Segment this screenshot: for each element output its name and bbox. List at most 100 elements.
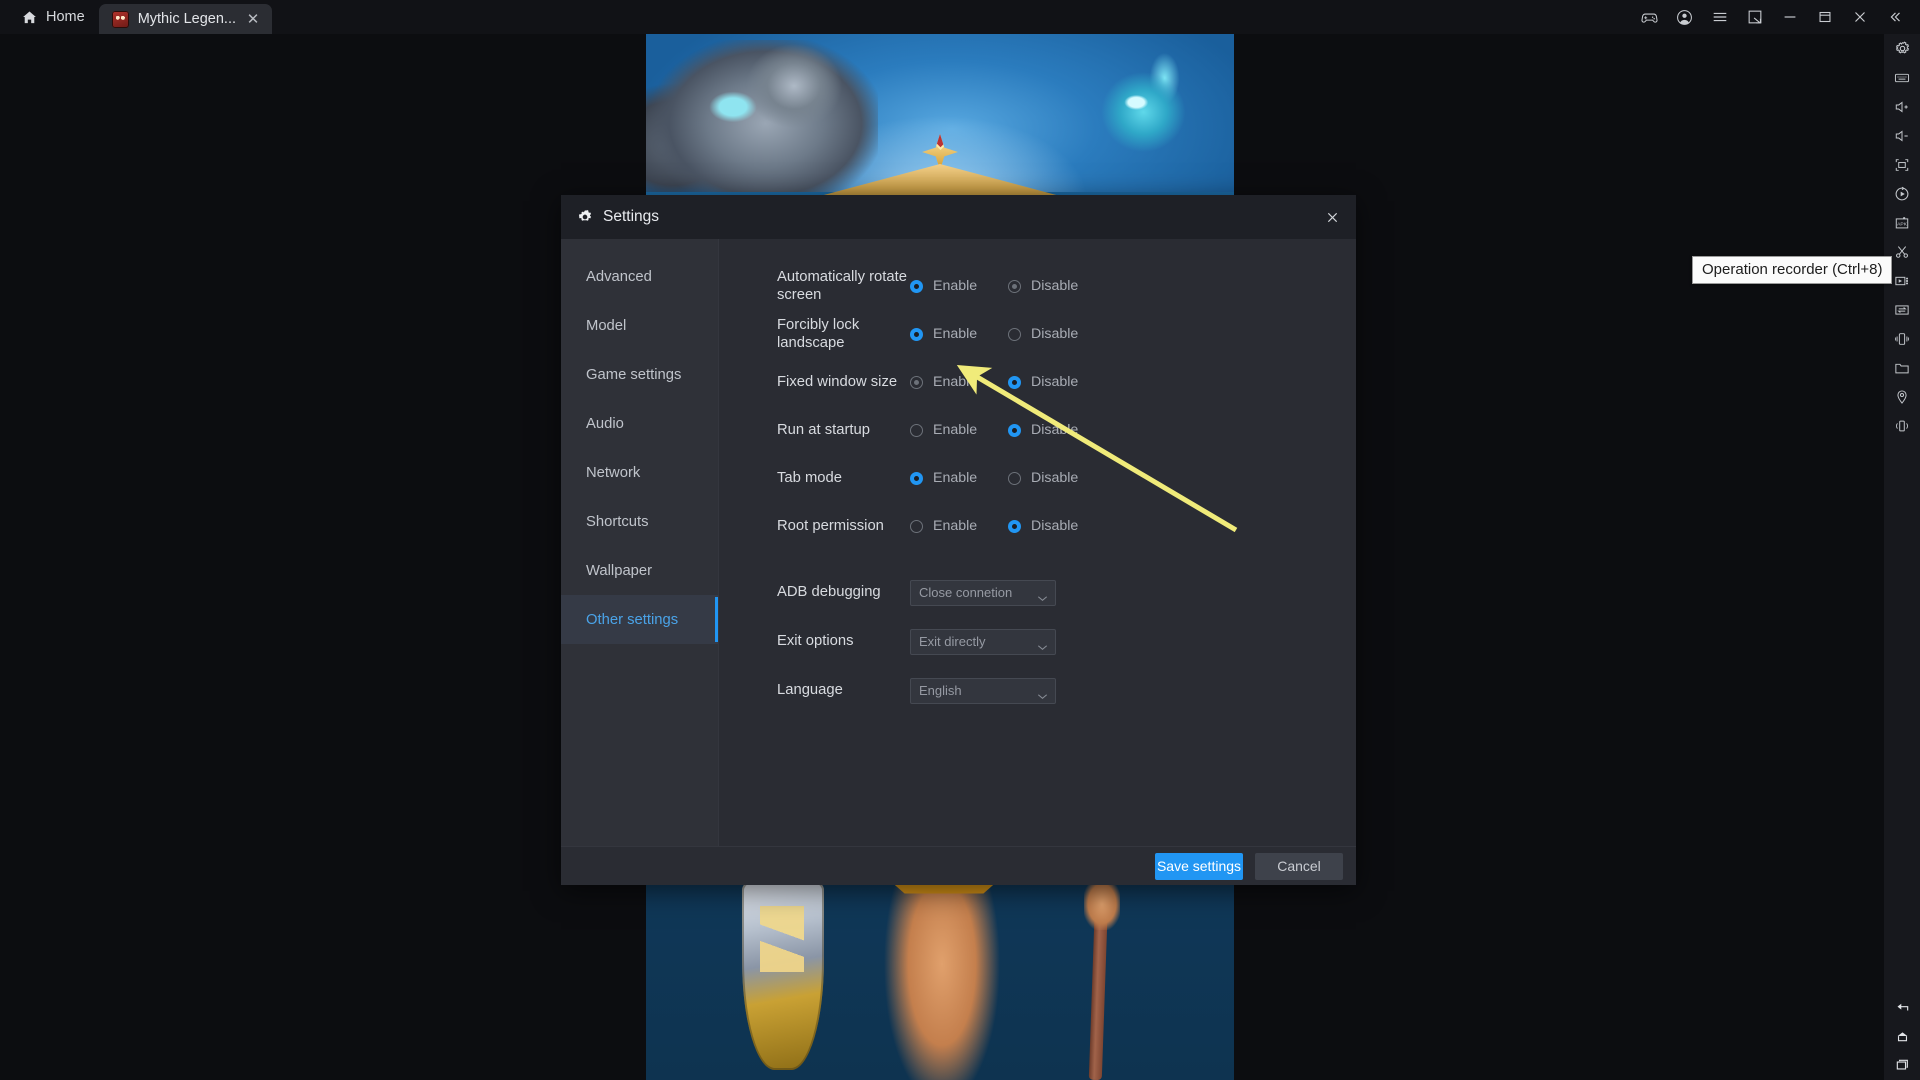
select-value: Exit directly	[919, 634, 986, 649]
radio-icon-off	[1008, 471, 1021, 485]
radio-label: Enable	[933, 470, 978, 486]
dialog-title: Settings	[603, 208, 660, 225]
settings-dialog: Settings Advanced Model Game settings Au…	[561, 195, 1356, 885]
account-icon[interactable]	[1667, 0, 1702, 34]
radio-icon-off	[910, 423, 923, 437]
radio-icon-off	[910, 375, 923, 389]
dialog-close-icon[interactable]	[1308, 195, 1356, 239]
gear-icon	[577, 209, 593, 225]
volume-down-icon[interactable]	[1884, 121, 1920, 150]
recents-icon[interactable]	[1884, 1051, 1920, 1080]
collapse-icon[interactable]	[1877, 0, 1912, 34]
dialog-footer: Save settings Cancel	[561, 846, 1356, 885]
gear-icon[interactable]	[1884, 34, 1920, 63]
menu-icon[interactable]	[1702, 0, 1737, 34]
apk-install-icon[interactable]: APK	[1884, 208, 1920, 237]
vibrate-icon[interactable]	[1884, 411, 1920, 440]
sidebar-item-model[interactable]: Model	[561, 301, 718, 350]
radio-icon-on	[910, 327, 923, 341]
sidebar-item-advanced[interactable]: Advanced	[561, 252, 718, 301]
radio-icon-on	[1008, 519, 1021, 533]
app-tab-label: Mythic Legen...	[137, 11, 237, 27]
language-select[interactable]: English	[910, 677, 1056, 704]
setting-label: Tab mode	[777, 469, 842, 486]
radio-auto-rotate-disable[interactable]: Disable	[1008, 278, 1078, 294]
chevron-down-icon	[1037, 688, 1048, 703]
svg-text:APK: APK	[1897, 221, 1908, 227]
save-settings-button[interactable]: Save settings	[1155, 852, 1243, 880]
sidebar-item-network[interactable]: Network	[561, 448, 718, 497]
radio-icon-off	[1008, 327, 1021, 341]
cancel-button[interactable]: Cancel	[1255, 852, 1343, 880]
side-toolbar: APK	[1884, 34, 1920, 1080]
file-transfer-icon[interactable]	[1884, 295, 1920, 324]
sidebar-item-game-settings[interactable]: Game settings	[561, 350, 718, 399]
maximize-icon[interactable]	[1807, 0, 1842, 34]
title-bar: Home Mythic Legen... ✕	[0, 0, 1920, 34]
fullscreen-icon[interactable]	[1884, 150, 1920, 179]
minimize-icon[interactable]	[1772, 0, 1807, 34]
radio-label: Enable	[933, 326, 978, 342]
sidebar-item-other-settings[interactable]: Other settings	[561, 595, 718, 644]
radio-root-permission-disable[interactable]: Disable	[1008, 518, 1078, 534]
multi-instance-icon[interactable]	[1737, 0, 1772, 34]
sidebar-item-shortcuts[interactable]: Shortcuts	[561, 497, 718, 546]
back-icon[interactable]	[1884, 993, 1920, 1022]
radio-tab-mode-enable[interactable]: Enable	[910, 470, 1008, 486]
folder-icon[interactable]	[1884, 353, 1920, 382]
setting-label: Run at startup	[777, 421, 870, 438]
setting-row-run-at-startup: Run at startup Enable Disable	[777, 406, 1356, 454]
exit-options-select[interactable]: Exit directly	[910, 628, 1056, 655]
settings-pane-other: Automatically rotate screen Enable Disab…	[719, 239, 1356, 846]
radio-forcibly-lock-landscape-disable[interactable]: Disable	[1008, 326, 1078, 342]
setting-label: Forcibly lock landscape	[777, 316, 860, 351]
radio-label: Enable	[933, 518, 978, 534]
radio-label: Enable	[933, 278, 978, 294]
radio-icon-off	[1008, 279, 1021, 293]
radio-fixed-window-size-disable[interactable]: Disable	[1008, 374, 1078, 390]
radio-label: Disable	[1031, 470, 1079, 486]
radio-forcibly-lock-landscape-enable[interactable]: Enable	[910, 326, 1008, 342]
location-icon[interactable]	[1884, 382, 1920, 411]
sidebar-item-audio[interactable]: Audio	[561, 399, 718, 448]
nav-label: Network	[586, 464, 641, 481]
radio-auto-rotate-enable[interactable]: Enable	[910, 278, 1008, 294]
radio-label: Disable	[1031, 374, 1079, 390]
radio-root-permission-enable[interactable]: Enable	[910, 518, 1008, 534]
setting-row-exit-options: Exit options Exit directly	[777, 617, 1356, 666]
home-nav-icon[interactable]	[1884, 1022, 1920, 1051]
adb-debugging-select[interactable]: Close connetion	[910, 579, 1056, 606]
app-tab-mythic-legends[interactable]: Mythic Legen... ✕	[98, 4, 273, 34]
sidebar-item-wallpaper[interactable]: Wallpaper	[561, 546, 718, 595]
chevron-down-icon	[1037, 639, 1048, 654]
gamepad-icon[interactable]	[1632, 0, 1667, 34]
radio-icon-on	[1008, 375, 1021, 389]
nav-label: Other settings	[586, 611, 679, 628]
setting-row-adb-debugging: ADB debugging Close connetion	[777, 568, 1356, 617]
dialog-header: Settings	[561, 195, 1356, 239]
shake-icon[interactable]	[1884, 324, 1920, 353]
home-icon	[22, 10, 37, 25]
nav-label: Wallpaper	[586, 562, 653, 579]
radio-label: Enable	[933, 374, 978, 390]
setting-row-root-permission: Root permission Enable Disable	[777, 502, 1356, 550]
volume-up-icon[interactable]	[1884, 92, 1920, 121]
nav-label: Audio	[586, 415, 624, 432]
close-icon[interactable]	[1842, 0, 1877, 34]
app-root: Home Mythic Legen... ✕ APK Operation rec…	[0, 0, 1920, 1080]
chevron-down-icon	[1037, 590, 1048, 605]
radio-run-at-startup-disable[interactable]: Disable	[1008, 422, 1078, 438]
radio-icon-on	[1008, 423, 1021, 437]
keyboard-icon[interactable]	[1884, 63, 1920, 92]
radio-fixed-window-size-enable[interactable]: Enable	[910, 374, 1008, 390]
tab-close-icon[interactable]: ✕	[245, 11, 261, 27]
operation-recorder-icon[interactable]	[1884, 179, 1920, 208]
radio-run-at-startup-enable[interactable]: Enable	[910, 422, 1008, 438]
radio-label: Disable	[1031, 518, 1079, 534]
home-tab[interactable]: Home	[0, 0, 99, 34]
radio-tab-mode-disable[interactable]: Disable	[1008, 470, 1078, 486]
radio-icon-off	[910, 519, 923, 533]
setting-row-auto-rotate: Automatically rotate screen Enable Disab…	[777, 262, 1356, 310]
setting-label: Automatically rotate screen	[777, 268, 907, 303]
setting-label: Fixed window size	[777, 373, 898, 390]
